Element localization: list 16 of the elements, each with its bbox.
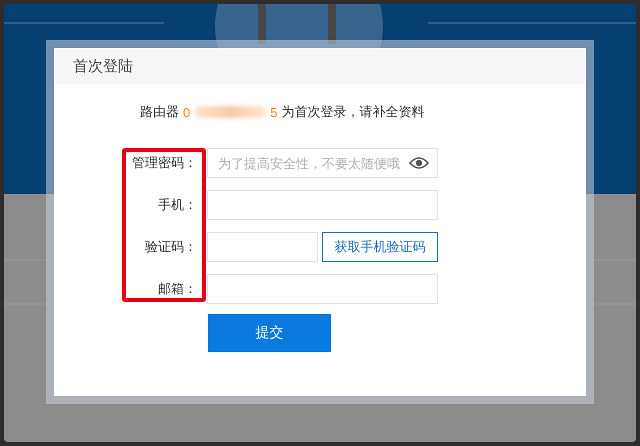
field-label: 管理密码：	[131, 154, 197, 172]
router-id-end: 5	[270, 104, 278, 120]
field-label: 邮箱：	[157, 280, 197, 298]
notice-text: 为首次登录，请补全资料	[281, 103, 424, 121]
password-field[interactable]: 为了提高安全性，不要太随便哦	[207, 148, 438, 178]
submit-button[interactable]: 提交	[208, 314, 331, 352]
get-code-button[interactable]: 获取手机验证码	[322, 232, 438, 262]
text-field[interactable]	[207, 274, 438, 304]
dialog-title: 首次登陆	[73, 56, 133, 76]
router-id-start: 0	[183, 104, 190, 120]
field-label: 手机：	[157, 196, 197, 214]
text-field[interactable]	[207, 190, 438, 220]
eye-icon[interactable]	[409, 156, 429, 170]
field-label: 验证码：	[144, 238, 197, 256]
code-field[interactable]	[207, 232, 318, 262]
notice-text: 路由器	[140, 103, 179, 121]
